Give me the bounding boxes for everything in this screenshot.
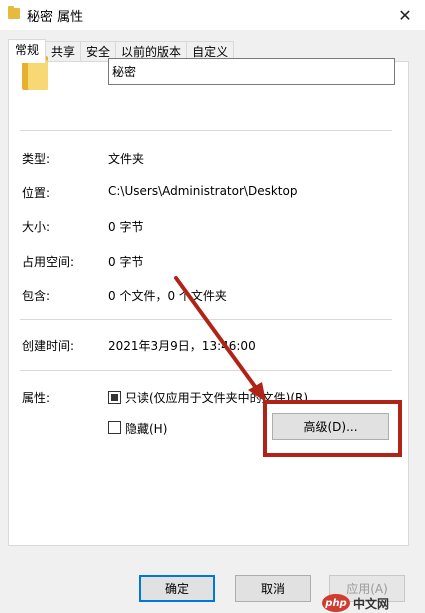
disk-size-value: 0 字节: [108, 255, 144, 269]
properties-dialog: 常规 共享 安全 以前的版本 自定义: [0, 30, 425, 613]
cancel-button[interactable]: 取消: [235, 575, 311, 602]
readonly-checkbox[interactable]: [108, 391, 121, 404]
contains-label: 包含:: [22, 289, 51, 303]
ok-button[interactable]: 确定: [139, 575, 215, 602]
tab-general[interactable]: 常规: [8, 39, 47, 63]
size-label: 大小:: [22, 220, 51, 234]
tab-sharing[interactable]: 共享: [45, 41, 82, 62]
created-label: 创建时间:: [22, 339, 75, 353]
watermark: php 中文网: [322, 593, 425, 613]
disk-size-label: 占用空间:: [22, 255, 75, 269]
location-value: C:\Users\Administrator\Desktop: [108, 184, 298, 198]
hidden-label[interactable]: 隐藏(H): [125, 420, 167, 437]
attributes-label: 属性:: [22, 391, 51, 405]
divider: [20, 370, 392, 371]
window-title: 秘密 属性: [27, 10, 84, 25]
watermark-text: 中文网: [353, 596, 390, 611]
contains-value: 0 个文件，0 个文件夹: [108, 289, 227, 303]
php-logo-icon: php: [322, 594, 350, 612]
divider: [20, 319, 392, 320]
hidden-checkbox[interactable]: [108, 421, 121, 434]
title-bar: 秘密 属性 ✕: [0, 0, 425, 30]
divider: [20, 130, 392, 131]
type-value: 文件夹: [108, 152, 145, 166]
close-button[interactable]: ✕: [385, 0, 425, 30]
created-value: 2021年3月9日，13:46:00: [108, 339, 256, 353]
size-value: 0 字节: [108, 220, 144, 234]
location-label: 位置:: [22, 186, 51, 200]
annotation-highlight-box: [263, 400, 402, 457]
folder-icon: [8, 6, 20, 19]
folder-name-input[interactable]: [108, 58, 395, 85]
type-label: 类型:: [22, 152, 51, 166]
